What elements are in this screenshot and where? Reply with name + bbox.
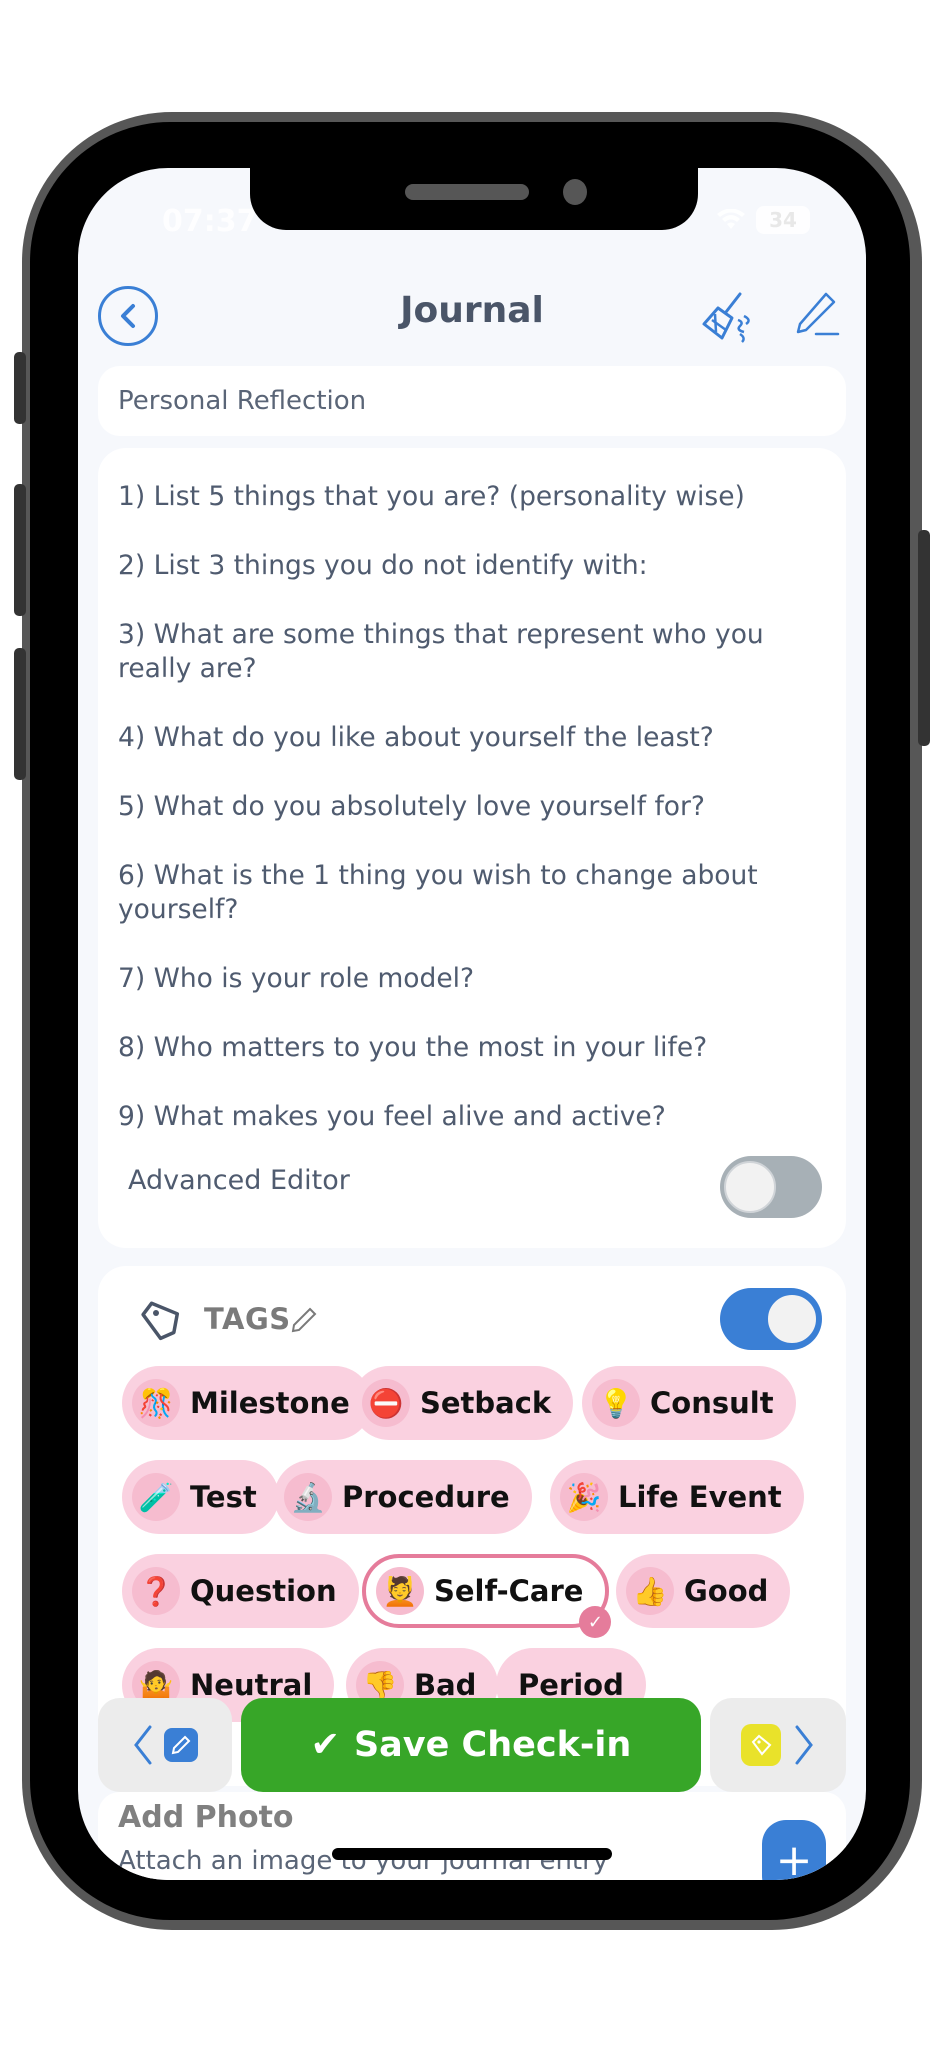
toggle-knob [724,1161,776,1213]
add-photo-section: Add Photo Attach an image to your journa… [98,1792,846,1880]
tag-chip[interactable]: 🧪 Test [122,1460,279,1534]
prompt-question: 9) What makes you feel alive and active? [118,1101,666,1132]
clear-button[interactable] [700,292,754,344]
mute-switch [14,352,26,424]
pencil-icon [291,1307,317,1333]
tag-chip-label: Life Event [618,1480,782,1514]
front-camera [563,179,587,205]
entry-title-input[interactable]: Personal Reflection [98,366,846,436]
previous-section-button[interactable] [98,1698,232,1792]
tag-chip-label: Bad [414,1668,477,1702]
prompt-question: 5) What do you absolutely love yourself … [118,791,705,822]
prompt-question: 7) Who is your role model? [118,963,475,994]
app-screen: 07:37 34 Journal Personal Reflection 1) … [78,168,866,1880]
status-indicators: 34 [716,206,810,234]
broom-icon [702,292,750,343]
tags-section-icon [741,1724,781,1766]
tag-chip[interactable]: 💡 Consult [582,1366,796,1440]
edit-tags-button[interactable] [290,1306,318,1334]
wifi-icon [716,208,746,231]
tag-chip[interactable]: 🎉 Life Event [550,1460,804,1534]
chevron-right-icon [795,1725,813,1765]
prompt-question: 4) What do you like about yourself the l… [118,722,714,753]
checkmark-icon: ✔ [310,1725,340,1765]
volume-down-button [14,648,26,780]
prompt-question: 6) What is the 1 thing you wish to chang… [118,860,758,925]
journal-edit-icon [164,1728,198,1762]
tag-chip[interactable]: 💆 Self-Care ✓ [362,1554,612,1638]
tag-emoji-icon: ❓ [132,1567,180,1615]
tag-chip-label: Neutral [190,1668,313,1702]
tag-icon [138,1296,186,1344]
advanced-editor-toggle[interactable] [720,1156,822,1218]
tags-toggle[interactable] [720,1288,822,1350]
chevron-left-icon [134,1725,152,1765]
tag-chip-label: Consult [650,1386,774,1420]
tag-emoji-icon: 🔬 [284,1473,332,1521]
add-photo-button[interactable]: + [762,1820,826,1880]
tag-chip[interactable]: 🎊 Milestone [122,1366,372,1440]
tag-chip-label: Self-Care [434,1574,584,1608]
tag-chip[interactable]: 🔬 Procedure [274,1460,532,1534]
pencil-icon [796,292,840,336]
tag-chip-label: Test [190,1480,257,1514]
tag-emoji-icon: 🎉 [560,1473,608,1521]
save-checkin-label: Save Check-in [353,1725,632,1765]
tag-chip[interactable]: 👍 Good [616,1554,791,1628]
header: Journal [78,268,866,348]
prompt-question: 8) Who matters to you the most in your l… [118,1032,708,1063]
tag-chip-label: Good [684,1574,769,1608]
toggle-knob [766,1293,818,1345]
prompt-question: 3) What are some things that represent w… [118,619,764,684]
tag-chip[interactable]: ❓ Question [122,1554,359,1628]
edit-button[interactable] [794,290,840,340]
notch [250,168,698,230]
tag-chip-label: Milestone [190,1386,350,1420]
tag-chip[interactable]: ⛔ Setback [352,1366,574,1440]
tag-emoji-icon: ⛔ [362,1379,410,1427]
journal-body-editor[interactable]: 1) List 5 things that you are? (personal… [98,448,846,1248]
tag-emoji-icon: 💆 [376,1567,424,1615]
tag-chip-label: Period [518,1668,624,1702]
add-photo-title: Add Photo [118,1800,294,1835]
battery-indicator: 34 [756,206,810,234]
tag-chip-label: Question [190,1574,337,1608]
prompt-question: 1) List 5 things that you are? (personal… [118,481,745,512]
tag-emoji-icon: 🎊 [132,1379,180,1427]
home-indicator[interactable] [332,1848,612,1860]
volume-up-button [14,484,26,616]
tag-emoji-icon: 🧪 [132,1473,180,1521]
speaker-grille [405,184,529,200]
tag-chip-label: Setback [420,1386,552,1420]
power-button [918,530,930,746]
tag-emoji-icon: 💡 [592,1379,640,1427]
next-section-button[interactable] [710,1698,846,1792]
status-time: 07:37 [162,204,258,239]
prompt-question: 2) List 3 things you do not identify wit… [118,550,648,581]
selected-check-icon: ✓ [579,1606,612,1638]
save-checkin-button[interactable]: ✔ Save Check-in [241,1698,701,1792]
advanced-editor-label: Advanced Editor [128,1165,350,1196]
tags-title: TAGS [204,1302,291,1336]
tag-emoji-icon: 👍 [626,1567,674,1615]
tag-chip-label: Procedure [342,1480,510,1514]
